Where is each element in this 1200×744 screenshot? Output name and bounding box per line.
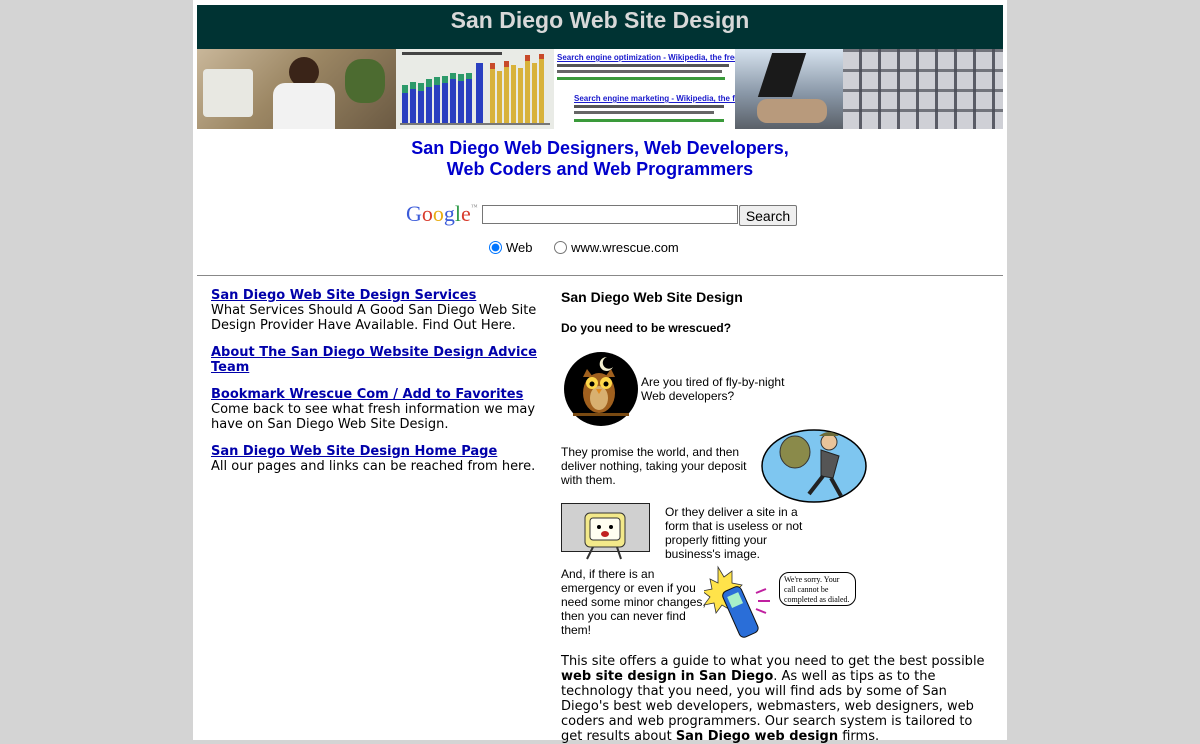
banner-photo-laptop-mountains [735,49,843,129]
ringing-cellphone-icon [704,565,770,638]
search-scope-radios: Web www.wrescue.com [489,240,679,255]
radio-site-label[interactable]: www.wrescue.com [554,240,679,255]
bar-chart-graphic [400,54,550,125]
phone-speech-bubble: We're sorry. Your call cannot be complet… [779,572,856,606]
search-input[interactable] [482,205,738,224]
link-about-team[interactable]: About The San Diego Website Design Advic… [211,345,537,375]
nav-block-home: San Diego Web Site Design Home Page All … [211,444,556,474]
search-button[interactable]: Search [739,205,797,226]
link-home-page[interactable]: San Diego Web Site Design Home Page [211,444,497,459]
nav-block-bookmark: Bookmark Wrescue Com / Add to Favorites … [211,387,556,432]
owl-caption: Are you tired of fly-by-night Web develo… [641,375,785,403]
site-title: San Diego Web Site Design [450,7,750,33]
link-design-services[interactable]: San Diego Web Site Design Services [211,288,476,303]
link-home-page-desc: All our pages and links can be reached f… [211,459,536,474]
banner-result-link-2: Search engine marketing - Wikipedia, the… [574,94,735,103]
intro-bold-1: web site design in San Diego [561,669,774,684]
banner-bar-chart-screenshot [396,49,554,129]
radio-web[interactable] [489,241,502,254]
thief-caption: They promise the world, and then deliver… [561,445,747,487]
horizontal-divider [197,275,1003,276]
intro-text-1: This site offers a guide to what you nee… [561,654,985,669]
content-question: Do you need to be wrescued? [561,321,732,335]
page-subtitle: San Diego Web Designers, Web Developers,… [193,138,1007,180]
link-design-services-desc: What Services Should A Good San Diego We… [211,303,537,333]
sad-computer-icon [561,503,650,560]
left-nav-column: San Diego Web Site Design Services What … [211,288,556,486]
banner-photo-keyboard [843,49,1003,129]
page: San Diego Web Site Design Search engine … [193,0,1007,744]
radio-web-label[interactable]: Web [489,240,536,255]
content-section-title: San Diego Web Site Design [561,289,743,305]
banner-photo-man-at-computer [197,49,396,129]
nav-block-about: About The San Diego Website Design Advic… [211,345,556,375]
site-header: San Diego Web Site Design [197,5,1003,49]
radio-web-text: Web [506,240,533,255]
owl-moon-icon [564,352,638,426]
subtitle-line-1: San Diego Web Designers, Web Developers, [411,138,789,158]
intro-bold-2: San Diego web design [675,729,839,744]
link-bookmark-desc: Come back to see what fresh information … [211,402,536,432]
radio-site[interactable] [554,241,568,254]
phone-caption: And, if there is an emergency or even if… [561,567,706,637]
intro-paragraph: This site offers a guide to what you nee… [561,654,991,744]
google-logo: Google™ [406,201,478,226]
intro-text-3: firms. [838,729,880,744]
link-bookmark[interactable]: Bookmark Wrescue Com / Add to Favorites [211,387,523,402]
thief-with-moneybag-icon [761,429,867,503]
banner-result-link-1: Search engine optimization - Wikipedia, … [557,53,735,62]
banner-search-results-screenshot: Search engine optimization - Wikipedia, … [554,49,735,129]
header-banner: Search engine optimization - Wikipedia, … [197,49,1003,129]
radio-site-text: www.wrescue.com [571,240,679,255]
subtitle-line-2: Web Coders and Web Programmers [446,159,754,179]
computer-caption: Or they deliver a site in a form that is… [665,505,803,561]
nav-block-services: San Diego Web Site Design Services What … [211,288,556,333]
